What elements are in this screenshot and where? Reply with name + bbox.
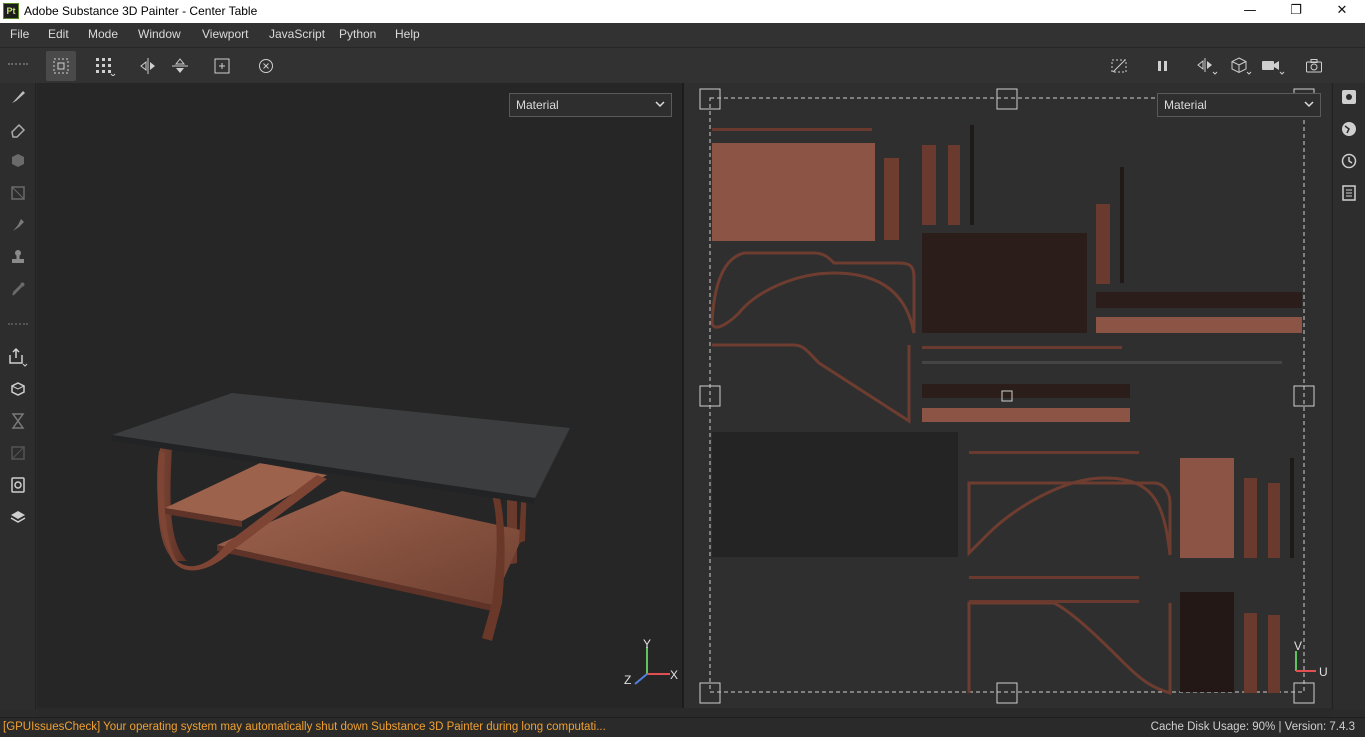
right-dock-bar — [1332, 83, 1365, 710]
smudge-icon — [13, 219, 24, 231]
camera-icon — [1306, 59, 1322, 73]
paint-tool[interactable] — [6, 85, 30, 109]
screenshot-button[interactable] — [1299, 51, 1329, 81]
log-button[interactable] — [1337, 181, 1361, 205]
brush-icon — [12, 91, 25, 103]
eraser-icon — [11, 123, 26, 138]
video-camera-icon — [1262, 61, 1285, 75]
export-icon — [9, 347, 28, 367]
menu-bar: File Edit Mode Window Viewport JavaScrip… — [0, 23, 1365, 47]
split-view-icon — [1197, 58, 1218, 75]
menu-help[interactable]: Help — [395, 27, 420, 41]
section-divider — [8, 323, 28, 325]
menu-edit[interactable]: Edit — [48, 27, 69, 41]
uv-grid-icon — [11, 446, 25, 460]
axis-u-label: U — [1319, 665, 1328, 679]
axis-y-label: Y — [643, 637, 652, 651]
fit-view-button[interactable] — [207, 51, 237, 81]
polygon-fill-icon — [11, 186, 25, 200]
grid-dots-icon — [96, 58, 116, 76]
pause-button[interactable] — [1148, 51, 1178, 81]
menu-javascript[interactable]: JavaScript — [269, 27, 325, 41]
display-settings-button[interactable] — [6, 505, 30, 529]
mirror-horizontal-icon — [140, 58, 155, 74]
channel-select-value: Material — [1164, 98, 1207, 112]
menu-window[interactable]: Window — [138, 27, 181, 41]
uv-layout — [699, 88, 1316, 704]
document-list-icon — [1342, 185, 1356, 201]
left-tool-bar — [0, 83, 36, 710]
camera-settings-button[interactable] — [1258, 51, 1288, 81]
axis-x-label: X — [670, 668, 679, 682]
axis-v-label: V — [1294, 639, 1303, 653]
hourglass-icon — [11, 413, 25, 429]
table-model — [112, 393, 570, 641]
menu-python[interactable]: Python — [339, 27, 376, 41]
window-title: Adobe Substance 3D Painter - Center Tabl… — [24, 4, 258, 18]
symmetry-y-button[interactable] — [165, 51, 195, 81]
axis-z-label: Z — [624, 673, 632, 687]
maximize-button[interactable]: ❐ — [1273, 0, 1319, 23]
eraser-tool[interactable] — [6, 117, 30, 141]
export-button[interactable] — [6, 345, 30, 369]
menu-viewport[interactable]: Viewport — [202, 27, 248, 41]
history-button[interactable] — [1337, 149, 1361, 173]
mirror-vertical-icon — [172, 58, 188, 73]
status-bar: [GPUIssuesCheck] Your operating system m… — [0, 717, 1365, 737]
eyedropper-icon — [12, 282, 25, 296]
symmetry-x-button[interactable] — [133, 51, 163, 81]
status-warning-message[interactable]: [GPUIssuesCheck] Your operating system m… — [3, 721, 606, 733]
projection-tool[interactable] — [6, 149, 30, 173]
reset-icon — [259, 59, 273, 73]
stamp-icon — [12, 250, 24, 263]
assets-button[interactable] — [6, 473, 30, 497]
toolbar-grip-icon — [8, 63, 28, 65]
chevron-down-icon — [1304, 98, 1314, 113]
pause-icon — [1158, 61, 1167, 71]
display-mode-button[interactable] — [1226, 51, 1256, 81]
cache-version-info: Cache Disk Usage: 90% | Version: 7.4.3 — [1150, 721, 1355, 733]
eye-hidden-icon — [1111, 59, 1127, 73]
timeline-button[interactable] — [6, 409, 30, 433]
reset-view-button[interactable] — [251, 51, 281, 81]
menu-mode[interactable]: Mode — [88, 27, 118, 41]
bake-cube-icon — [11, 382, 25, 396]
clone-tool[interactable] — [6, 245, 30, 269]
layers-box-icon — [10, 511, 26, 523]
settings-gear-icon — [1342, 90, 1356, 104]
color-picker-tool[interactable] — [6, 277, 30, 301]
grid-mode-button[interactable] — [90, 51, 120, 81]
texture-set-settings-button[interactable] — [1337, 85, 1361, 109]
history-clock-icon — [1341, 153, 1357, 169]
split-view-button[interactable] — [1192, 51, 1222, 81]
menu-file[interactable]: File — [10, 27, 29, 41]
smudge-tool[interactable] — [6, 213, 30, 237]
uv-tool-button[interactable] — [6, 441, 30, 465]
frame-icon — [214, 58, 230, 74]
bottom-scrollbar[interactable] — [37, 708, 1332, 717]
close-button[interactable]: ✕ — [1319, 0, 1365, 23]
projection-cube-icon — [12, 154, 24, 167]
title-bar: Pt Adobe Substance 3D Painter - Center T… — [0, 0, 1365, 23]
geometry-mask-tool[interactable] — [6, 181, 30, 205]
toolbar — [0, 47, 1365, 83]
globe-icon — [1342, 122, 1356, 136]
viewport-3d[interactable]: Material Y X Z — [37, 83, 682, 708]
cube-icon — [1231, 57, 1252, 75]
minimize-button[interactable]: — — [1227, 0, 1273, 23]
viewport-2d[interactable]: Material V U — [684, 83, 1331, 708]
selection-mode-button[interactable] — [46, 51, 76, 81]
app-logo-icon: Pt — [3, 3, 19, 19]
hide-uv-button[interactable] — [1104, 51, 1134, 81]
uv-selection-icon — [53, 58, 69, 74]
environment-settings-button[interactable] — [1337, 117, 1361, 141]
bake-button[interactable] — [6, 377, 30, 401]
viewport-2d-channel-select[interactable]: Material — [1157, 93, 1321, 117]
document-search-icon — [11, 477, 25, 493]
